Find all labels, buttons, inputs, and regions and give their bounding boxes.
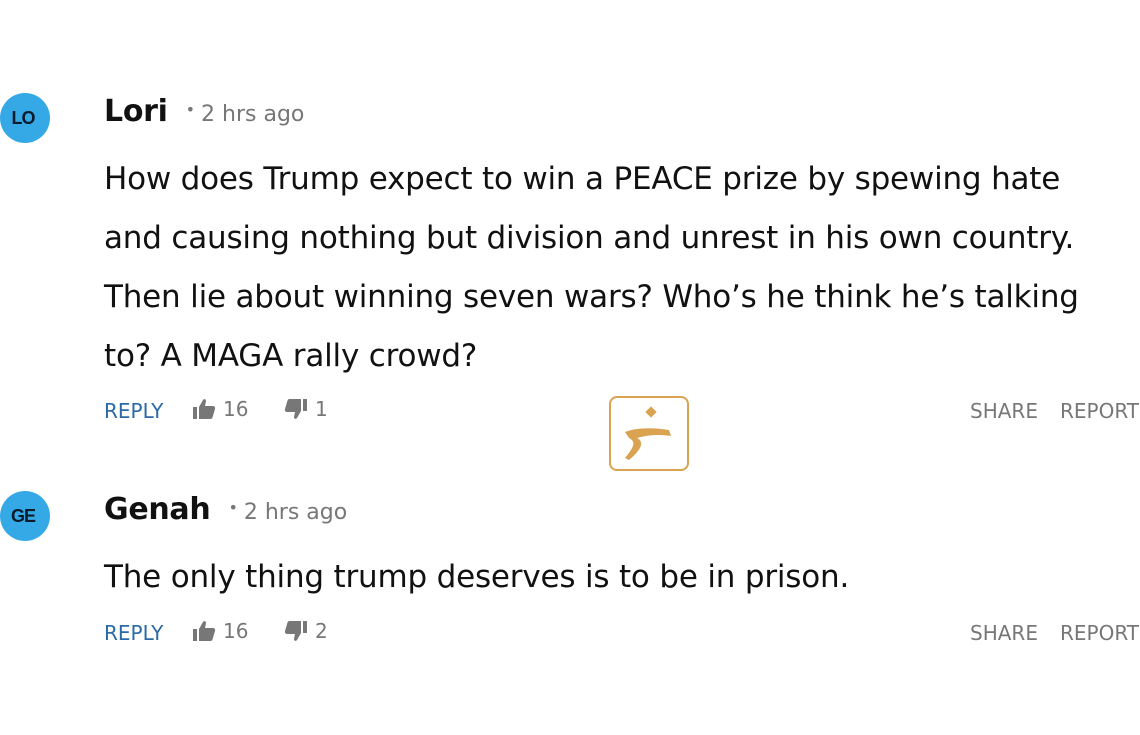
like-count: 16	[223, 619, 249, 643]
share-button[interactable]: SHARE	[970, 399, 1038, 423]
timestamp: 2 hrs ago	[201, 102, 305, 127]
dislike-button[interactable]: 1	[284, 397, 328, 421]
separator-dot: •	[228, 498, 238, 517]
report-button[interactable]: REPORT	[1060, 621, 1139, 645]
thumbs-down-icon	[284, 399, 307, 419]
share-button[interactable]: SHARE	[970, 621, 1038, 645]
comment-text: How does Trump expect to win a PEACE pri…	[104, 161, 1079, 374]
reply-button[interactable]: REPLY	[104, 399, 163, 423]
separator-dot: •	[185, 100, 196, 119]
comment-text: The only thing trump deserves is to be i…	[104, 559, 850, 595]
logo-watermark	[609, 396, 689, 471]
timestamp: 2 hrs ago	[243, 500, 348, 525]
thumbs-up-icon	[193, 621, 216, 641]
like-button[interactable]: 16	[192, 397, 248, 421]
comment-header: Genah • 2 hrs ago	[104, 492, 347, 532]
author-name[interactable]: Lori	[104, 94, 168, 129]
dislike-count: 2	[315, 619, 328, 643]
like-count: 16	[223, 397, 249, 421]
report-button[interactable]: REPORT	[1060, 399, 1139, 423]
thumbs-down-icon	[284, 621, 307, 641]
dislike-button[interactable]: 2	[284, 619, 328, 643]
comments-page: LO Lori • 2 hrs ago How does Trump expec…	[0, 0, 1140, 735]
avatar[interactable]: LO	[0, 93, 50, 143]
like-button[interactable]: 16	[192, 619, 248, 643]
thumbs-up-icon	[193, 399, 216, 419]
author-name[interactable]: Genah	[104, 492, 211, 527]
avatar[interactable]: GE	[0, 491, 50, 541]
comment-actions: REPLY 16 2 SHARE REPORT	[104, 619, 1140, 649]
comment-header: Lori • 2 hrs ago	[104, 94, 304, 134]
dislike-count: 1	[315, 397, 328, 421]
logo-watermark-icon	[625, 406, 671, 460]
reply-button[interactable]: REPLY	[104, 621, 163, 645]
